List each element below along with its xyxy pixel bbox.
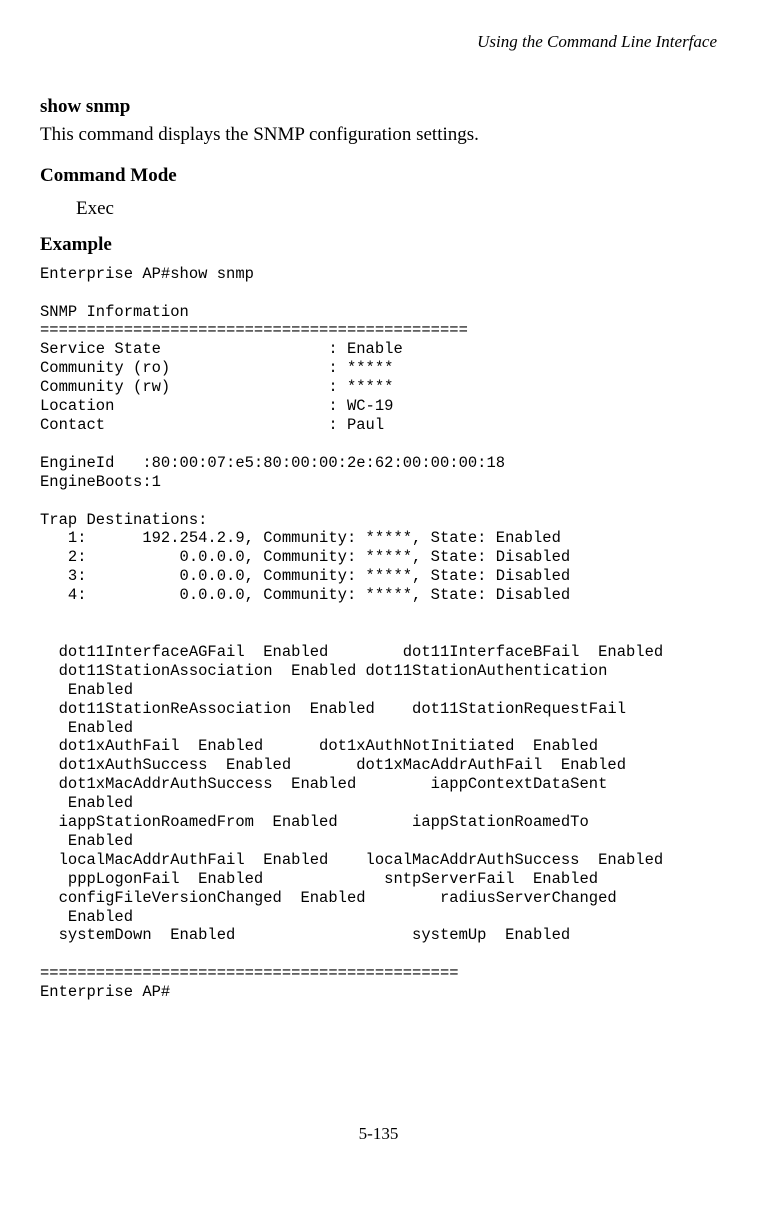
command-description: This command displays the SNMP configura… (40, 122, 717, 149)
command-name: show snmp (40, 94, 717, 121)
cli-output-block: Enterprise AP#show snmp SNMP Information… (40, 265, 717, 1002)
command-mode-heading: Command Mode (40, 163, 717, 190)
page-number: 5-135 (40, 1122, 717, 1146)
example-heading: Example (40, 232, 717, 259)
command-mode-value: Exec (76, 196, 717, 223)
page-header-context: Using the Command Line Interface (40, 30, 717, 54)
